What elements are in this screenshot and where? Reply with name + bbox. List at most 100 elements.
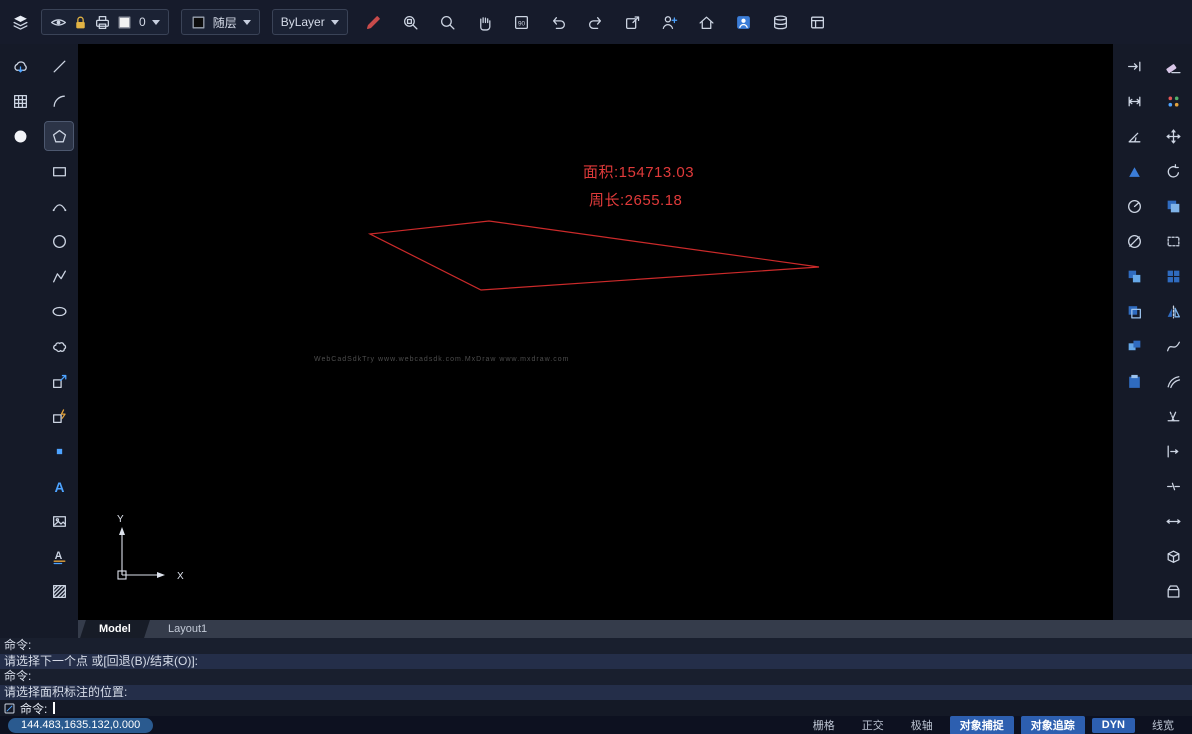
topbar-tools: 90 <box>360 8 832 36</box>
ellipse-tool[interactable] <box>45 297 73 325</box>
dim-align-icon <box>1126 58 1143 75</box>
status-toggle-polar[interactable]: 极轴 <box>901 716 943 734</box>
block-copy-tool[interactable] <box>1120 332 1148 360</box>
record-tool[interactable] <box>6 122 34 150</box>
status-toggle-lineweight[interactable]: 线宽 <box>1142 716 1184 734</box>
polygon-tool[interactable] <box>44 121 74 151</box>
circle-tool[interactable] <box>45 227 73 255</box>
spline-tool[interactable] <box>1159 332 1187 360</box>
text-tool[interactable]: A <box>45 472 73 500</box>
status-toggle-grid[interactable]: 栅格 <box>803 716 845 734</box>
rectangle-tool[interactable] <box>45 157 73 185</box>
dim-area-icon <box>1126 163 1143 180</box>
redo-tool[interactable] <box>582 8 610 36</box>
hatch-tool[interactable] <box>45 577 73 605</box>
linetype-control-combo[interactable]: ByLayer <box>271 9 348 35</box>
arc-tool[interactable] <box>45 87 73 115</box>
status-toggle-ortho[interactable]: 正交 <box>852 716 894 734</box>
trim-tool[interactable] <box>1159 402 1187 430</box>
insert-block-tool[interactable] <box>45 367 73 395</box>
lengthen-tool[interactable] <box>1159 507 1187 535</box>
match-prop-tool[interactable] <box>1120 262 1148 290</box>
rotate-tool[interactable] <box>1159 157 1187 185</box>
dim-linear-tool[interactable] <box>1120 87 1148 115</box>
box3d-tool[interactable] <box>1159 542 1187 570</box>
image-tool[interactable] <box>45 507 73 535</box>
extend-tool[interactable] <box>1159 437 1187 465</box>
sheet-tool[interactable] <box>804 8 832 36</box>
paste-tool[interactable] <box>1120 367 1148 395</box>
mirror-icon <box>1165 303 1182 320</box>
undo-tool[interactable] <box>545 8 573 36</box>
zoom-extents-tool[interactable] <box>434 8 462 36</box>
chevron-down-icon <box>330 19 339 25</box>
status-toggle-osnap[interactable]: 对象捕捉 <box>949 715 1014 734</box>
dim-align-tool[interactable] <box>1120 52 1148 80</box>
draw-style-tool[interactable] <box>360 8 388 36</box>
table-tool[interactable] <box>6 87 34 115</box>
array-tool[interactable] <box>1159 262 1187 290</box>
zoom-window-tool[interactable] <box>397 8 425 36</box>
pan-tool[interactable] <box>471 8 499 36</box>
status-toggle-otrack[interactable]: 对象追踪 <box>1020 715 1085 734</box>
dim-radius-tool[interactable] <box>1120 192 1148 220</box>
ortho-90-tool[interactable]: 90 <box>508 8 536 36</box>
color-control-combo[interactable]: 随层 <box>180 9 260 35</box>
stretch-tool[interactable] <box>1159 227 1187 255</box>
layer-stack-tool[interactable] <box>1120 297 1148 325</box>
printer-icon <box>94 14 111 31</box>
drawing-canvas[interactable]: Y X 面积:154713.03 周长:2655.18 WebCadSdkTry… <box>78 44 1113 620</box>
linetype-value: ByLayer <box>280 15 325 29</box>
status-toggle-dyn[interactable]: DYN <box>1091 717 1135 733</box>
cloud-download-tool[interactable] <box>6 52 34 80</box>
right-measure-toolbar <box>1120 52 1148 395</box>
tab-layout1[interactable]: Layout1 <box>149 620 226 638</box>
dim-angle-tool[interactable] <box>1120 122 1148 150</box>
bylayer-swatch-icon <box>190 14 207 31</box>
break-icon <box>1165 478 1182 495</box>
arc-3point-tool[interactable] <box>45 192 73 220</box>
copy-tool[interactable] <box>1159 192 1187 220</box>
dim-diameter-tool[interactable] <box>1120 227 1148 255</box>
undo-icon <box>550 14 567 31</box>
dim-linear-icon <box>1126 93 1143 110</box>
point-style-tool[interactable] <box>1159 87 1187 115</box>
account-tool[interactable] <box>730 8 758 36</box>
command-line: 请选择面积标注的位置: <box>0 684 1192 700</box>
spline-icon <box>1165 338 1182 355</box>
line-tool[interactable] <box>45 52 73 80</box>
unfold-tool[interactable] <box>1159 577 1187 605</box>
perimeter-annotation[interactable]: 周长:2655.18 <box>589 189 682 210</box>
offset-icon <box>1165 373 1182 390</box>
tab-model[interactable]: Model <box>80 620 150 638</box>
array-icon <box>1165 268 1182 285</box>
revcloud-tool[interactable] <box>45 332 73 360</box>
command-prompt-label: 命令: <box>20 701 48 716</box>
rectangle-icon <box>51 163 68 180</box>
text-a-icon: A <box>51 478 68 495</box>
user-add-icon <box>661 14 678 31</box>
dynamic-block-tool[interactable] <box>45 402 73 430</box>
mirror-tool[interactable] <box>1159 297 1187 325</box>
dim-area-tool[interactable] <box>1120 157 1148 185</box>
polyline-tool[interactable] <box>45 262 73 290</box>
drawn-polygon[interactable] <box>367 220 820 291</box>
database-tool[interactable] <box>767 8 795 36</box>
offset-tool[interactable] <box>1159 367 1187 395</box>
new-window-tool[interactable] <box>619 8 647 36</box>
point-tool[interactable] <box>45 437 73 465</box>
command-input-row[interactable]: 命令: <box>0 700 1192 716</box>
copy-icon <box>1165 198 1182 215</box>
share-user-tool[interactable] <box>656 8 684 36</box>
color-value: 随层 <box>212 15 237 30</box>
attribute-text-tool[interactable]: A <box>45 542 73 570</box>
home-tool[interactable] <box>693 8 721 36</box>
move-tool[interactable] <box>1159 122 1187 150</box>
layer-control-combo[interactable]: 0 <box>41 9 169 35</box>
app-logo-icon[interactable] <box>12 14 29 31</box>
break-tool[interactable] <box>1159 472 1187 500</box>
ortho-90-icon: 90 <box>513 14 530 31</box>
area-annotation[interactable]: 面积:154713.03 <box>583 161 694 182</box>
watermark-text: WebCadSdkTry www.webcadsdk.com.MxDraw ww… <box>314 356 570 363</box>
erase-tool[interactable] <box>1159 52 1187 80</box>
